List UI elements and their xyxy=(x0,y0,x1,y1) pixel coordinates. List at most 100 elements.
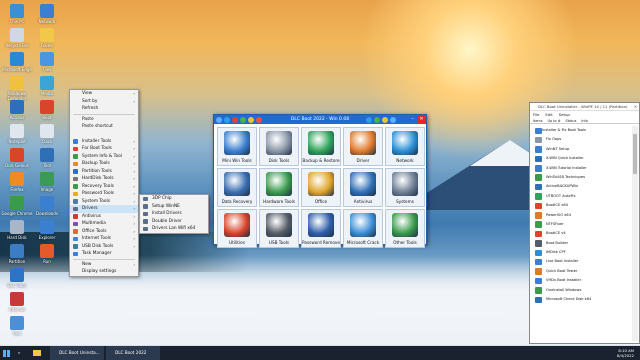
menu-item[interactable]: Paste shortcut xyxy=(70,123,138,131)
tool-tile[interactable]: Office xyxy=(301,168,341,207)
menu-item-tools[interactable]: Multimedia › xyxy=(70,220,138,228)
tab[interactable]: Up to # xyxy=(548,119,561,123)
toolbar-icon[interactable] xyxy=(256,116,262,123)
list-item[interactable]: Quick Boot Tester xyxy=(532,267,631,276)
toolbar-icon[interactable] xyxy=(374,116,380,123)
list-item[interactable]: WinNT Setup xyxy=(532,145,631,154)
tool-tile[interactable]: Disk Tools xyxy=(259,127,299,166)
menu-item-tools[interactable]: Recovery Tools › xyxy=(70,183,138,191)
list-item[interactable]: PowerISO x64 xyxy=(532,211,631,220)
tab[interactable]: Info xyxy=(581,119,587,123)
taskbar-button-uninstaller[interactable]: DLC Boot Uninsta... xyxy=(50,346,104,360)
tool-tile[interactable]: Other Tools xyxy=(385,209,425,248)
desktop-icon[interactable]: Acronis xyxy=(0,100,34,120)
tool-tile[interactable]: Driver xyxy=(343,127,383,166)
tool-tile[interactable]: Password Remove xyxy=(301,209,341,248)
tool-tile[interactable]: Mini Win Tools xyxy=(217,127,257,166)
menu-item-tools[interactable]: Task Manager xyxy=(70,250,138,258)
desktop-icon[interactable]: Windows Defender xyxy=(0,76,34,101)
menu-item-tools[interactable]: Drivers › xyxy=(70,205,138,213)
menu-item-tools[interactable]: Backup Tools › xyxy=(70,160,138,168)
file-explorer-icon[interactable] xyxy=(33,346,43,360)
menu-item-tools[interactable]: System Info & Tool › xyxy=(70,153,138,161)
menu-item-tools[interactable]: System Tools › xyxy=(70,198,138,206)
tool-tile[interactable]: Data Recovery xyxy=(217,168,257,207)
menu-item-tools[interactable]: HardDisk Tools › xyxy=(70,175,138,183)
list-item[interactable]: Live Boot Installer xyxy=(532,257,631,266)
tool-tile[interactable]: Systems xyxy=(385,168,425,207)
toolbar-icon[interactable] xyxy=(232,116,238,123)
desktop-icon[interactable]: Clock xyxy=(30,124,64,144)
menu-bar-item[interactable]: Setup xyxy=(559,112,570,117)
submenu-item[interactable]: Drivers Lan Wifi x64 xyxy=(140,225,208,233)
list-item[interactable]: Boot Builder xyxy=(532,239,631,248)
desktop-icon[interactable]: Hard Disk xyxy=(0,220,34,240)
toolbar-icon[interactable] xyxy=(382,116,388,123)
menu-item-tools[interactable]: USB Disk Tools › xyxy=(70,243,138,251)
tab[interactable]: Items xyxy=(533,119,543,123)
desktop-icon[interactable]: Google Chrome xyxy=(0,196,34,216)
menu-item[interactable]: Refresh xyxy=(70,105,138,113)
menu-item[interactable]: Paste xyxy=(70,116,138,124)
system-clock[interactable]: 8:10 AM 8/4/2022 xyxy=(617,348,634,358)
scrollbar[interactable] xyxy=(632,126,638,341)
toolbar-icon[interactable] xyxy=(240,116,246,123)
menu-bar-item[interactable]: Edit xyxy=(545,112,552,117)
tool-tile[interactable]: Backup & Restore xyxy=(301,127,341,166)
tab[interactable]: Status xyxy=(566,119,577,123)
desktop-icon[interactable]: This PC xyxy=(0,4,34,24)
list-item[interactable]: Fix Oops xyxy=(532,135,631,144)
menu-bar-item[interactable]: File xyxy=(533,112,539,117)
submenu-item[interactable]: Install Drivers xyxy=(140,210,208,218)
toolbar-icon[interactable] xyxy=(390,116,396,123)
tool-tile[interactable]: Hardware Tools xyxy=(259,168,299,207)
desktop-icon[interactable]: Microsoft Edge xyxy=(0,52,34,72)
menu-item[interactable]: Sort by › xyxy=(70,98,138,106)
submenu-item[interactable]: Setup WinNE xyxy=(140,203,208,211)
minimize-button[interactable]: – xyxy=(408,115,417,124)
taskbar-button-dlc-boot[interactable]: DLC Boot 2022 xyxy=(106,346,160,360)
desktop-icon[interactable]: Downloads xyxy=(30,196,64,216)
toolbar-icon[interactable] xyxy=(224,116,230,123)
menu-item[interactable]: New › xyxy=(70,261,138,269)
menu-item-tools[interactable]: Antivirus › xyxy=(70,213,138,221)
list-item[interactable]: WinToUSB Techniques xyxy=(532,173,631,182)
menu-item-tools[interactable]: For Boot Tools › xyxy=(70,145,138,153)
list-item[interactable]: Microsoft Check Disk x64 xyxy=(532,295,631,304)
list-item[interactable]: UTBOOT AutoFix xyxy=(532,192,631,201)
list-item[interactable]: Installer & Fix Boot Tools xyxy=(532,126,631,135)
menu-item-tools[interactable]: Password Tools › xyxy=(70,190,138,198)
desktop-icon[interactable]: Partition xyxy=(0,244,34,264)
scrollbar-thumb[interactable] xyxy=(633,134,637,174)
list-item[interactable]: OneInstall Windows xyxy=(532,286,631,295)
tool-tile[interactable]: Utilities xyxy=(217,209,257,248)
tool-tile[interactable]: Antivirus xyxy=(343,168,383,207)
desktop-icon[interactable]: Media xyxy=(30,76,64,96)
desktop-icon[interactable]: Image xyxy=(30,172,64,192)
desktop-icon[interactable]: Folder xyxy=(30,28,64,48)
list-item[interactable]: BootICE x64 xyxy=(532,201,631,210)
menu-item-tools[interactable]: Partition Tools › xyxy=(70,168,138,176)
menu-item-tools[interactable]: Installer Tools › xyxy=(70,138,138,146)
search-icon[interactable]: ⌕ xyxy=(18,346,28,360)
toolbar-icon[interactable] xyxy=(366,116,372,123)
menu-item[interactable]: View › xyxy=(70,90,138,98)
list-item[interactable]: NTFSFixer xyxy=(532,220,631,229)
tool-tile[interactable]: Microsoft Crack xyxy=(343,209,383,248)
desktop-icon[interactable]: Files xyxy=(30,52,64,72)
desktop-icon[interactable]: Run xyxy=(30,244,64,264)
desktop-icon[interactable]: Notepad xyxy=(0,124,34,144)
desktop-icon[interactable]: Firefox xyxy=(0,172,34,192)
desktop-icon[interactable]: Disk Genius xyxy=(0,148,34,168)
submenu-item[interactable]: Double Driver xyxy=(140,218,208,226)
menu-item-tools[interactable]: Internet Tools › xyxy=(70,235,138,243)
menu-item[interactable]: Display settings xyxy=(70,268,138,276)
close-button[interactable]: ✕ xyxy=(417,115,426,124)
toolbar-icon[interactable] xyxy=(248,116,254,123)
tool-tile[interactable]: USB Tools xyxy=(259,209,299,248)
list-item[interactable]: VHDx Boot Installer xyxy=(532,276,631,285)
list-item[interactable]: IMDisk CPF xyxy=(532,248,631,257)
submenu-item[interactable]: 3DP Chip xyxy=(140,195,208,203)
desktop-icon[interactable]: Recycle Bin xyxy=(0,28,34,48)
close-icon[interactable]: ✕ xyxy=(634,103,637,111)
